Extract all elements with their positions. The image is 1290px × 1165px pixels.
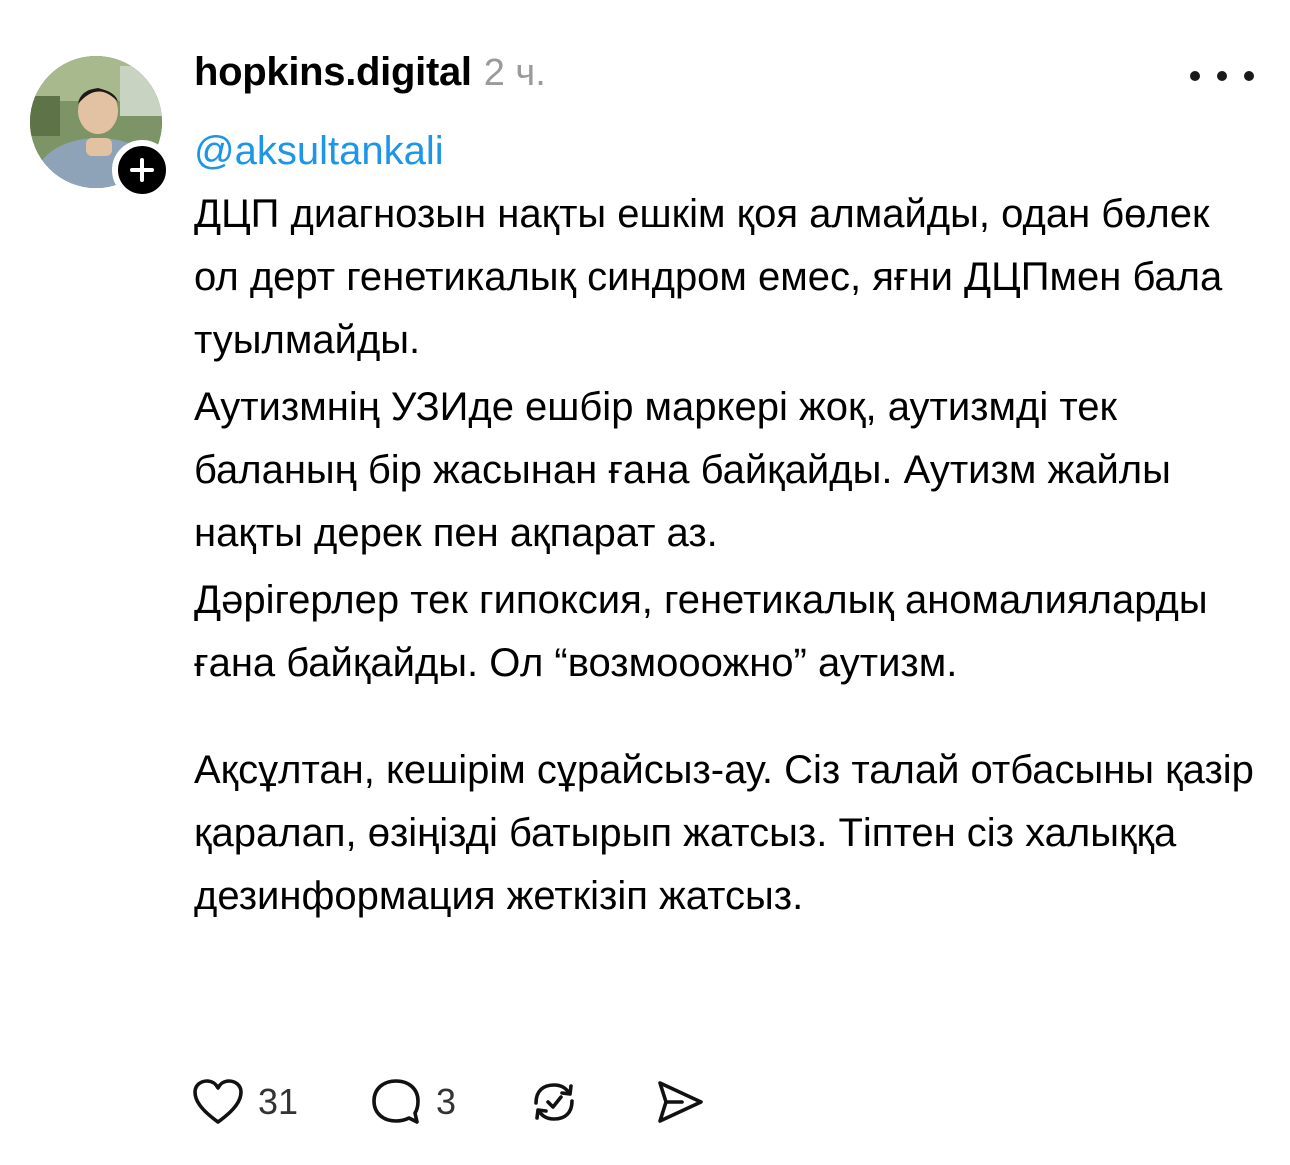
like-button[interactable]: 31	[192, 1078, 298, 1126]
post-body: @aksultankali ДЦП диагнозын нақты ешкім …	[194, 120, 1264, 928]
share-icon	[658, 1081, 703, 1123]
post-paragraph: Ақсұлтан, кешірім сұрайсыз-ау. Сіз талай…	[194, 748, 1254, 918]
username[interactable]: hopkins.digital	[194, 50, 472, 95]
post-paragraph: Дәрігерлер тек гипоксия, генетикалық ано…	[194, 578, 1208, 685]
heart-icon	[193, 1079, 243, 1124]
post-header: hopkins.digital 2 ч.	[194, 50, 546, 102]
mention-link[interactable]: @aksultankali	[194, 129, 444, 173]
more-dot-icon	[1244, 71, 1254, 81]
more-options-button[interactable]	[1190, 58, 1254, 94]
post-paragraph: Аутизмнің УЗИде ешбір маркері жоқ, аутиз…	[194, 385, 1171, 555]
thread-post: hopkins.digital 2 ч. @aksultankali ДЦП д…	[0, 0, 1290, 1165]
more-dot-icon	[1190, 71, 1200, 81]
share-button[interactable]	[654, 1077, 706, 1127]
comment-count: 3	[436, 1081, 457, 1122]
like-count: 31	[258, 1081, 299, 1122]
post-paragraph: ДЦП диагнозын нақты ешкім қоя алмайды, о…	[194, 192, 1223, 362]
follow-button[interactable]	[112, 140, 172, 200]
post-time: 2 ч.	[483, 52, 546, 94]
more-dot-icon	[1217, 71, 1227, 81]
comment-icon	[372, 1079, 420, 1124]
repost-icon	[534, 1083, 574, 1121]
avatar-container	[30, 56, 172, 200]
plus-icon	[130, 158, 154, 182]
repost-button[interactable]	[528, 1077, 580, 1127]
action-bar: 31 3	[192, 1070, 706, 1134]
comment-button[interactable]: 3	[370, 1077, 456, 1127]
